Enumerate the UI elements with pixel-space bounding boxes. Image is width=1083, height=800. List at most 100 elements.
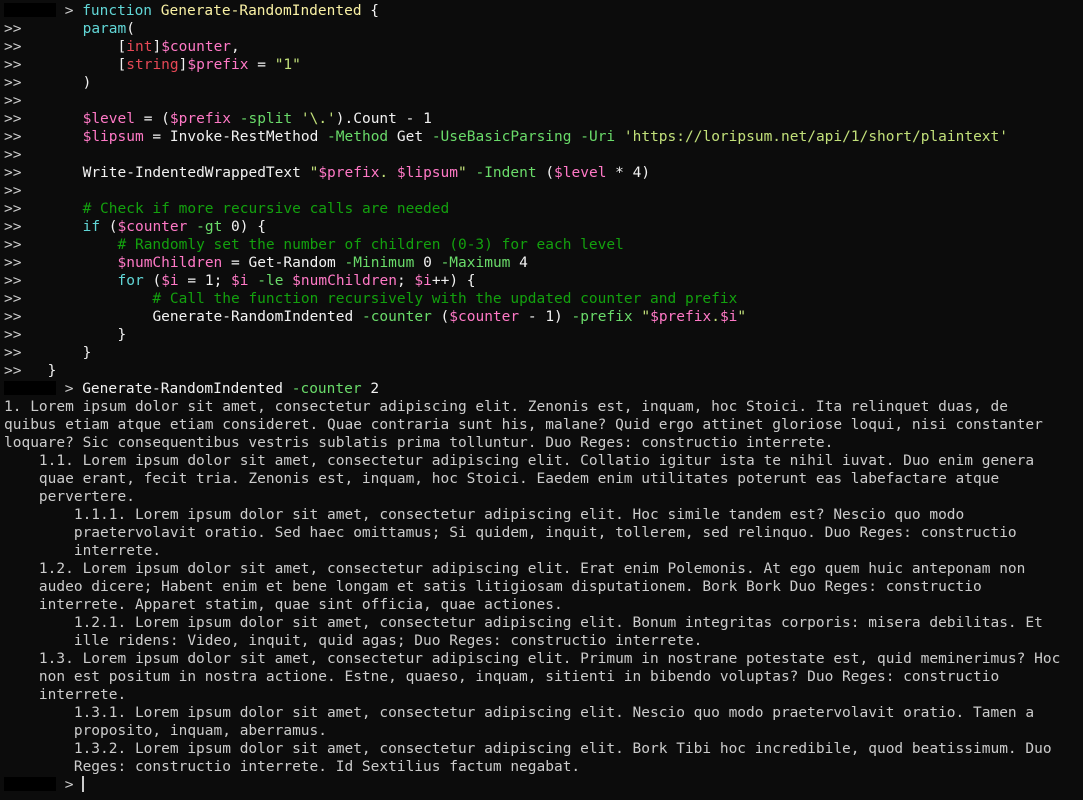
output-line: 1.1.1. Lorem ipsum dolor sit amet, conse… [4,506,964,524]
output-line: 1.3.1. Lorem ipsum dolor sit amet, conse… [4,704,1034,722]
output-text: loquare? Sic consequentibus vestris subl… [4,435,834,451]
code-line: > function Generate-RandomIndented { [4,2,379,20]
output-text: 1.1. Lorem ipsum dolor sit amet, consect… [4,453,1035,469]
continuation-prompt: >> [4,57,22,73]
command-line: > Generate-RandomIndented -counter 2 [4,380,379,398]
continuation-prompt: >> [4,75,22,91]
output-line: loquare? Sic consequentibus vestris subl… [4,434,833,452]
code-line: >> $lipsum = Invoke-RestMethod -Method G… [4,128,1008,146]
continuation-prompt: >> [4,291,22,307]
code-token: ( [100,219,118,235]
output-line: audeo dicere; Habent enim et bene longam… [4,578,982,596]
code-token: ).Count - 1 [335,111,432,127]
code-token: function [82,3,161,19]
command-token: Generate-RandomIndented [82,381,283,397]
code-token: Generate-RandomIndented [160,3,362,19]
code-token: ++) { [431,273,476,289]
code-token: $i [231,273,249,289]
code-token: 0) { [231,219,266,235]
code-token: $i [414,273,432,289]
code-token: Invoke-RestMethod [169,129,319,145]
output-line: 1.2. Lorem ipsum dolor sit amet, consect… [4,560,1025,578]
output-text: quibus etiam atque etiam consideret. Qua… [4,417,1043,433]
terminal-window[interactable]: > function Generate-RandomIndented {>> p… [0,0,1083,800]
code-token: -counter [353,309,441,325]
code-token: "1" [274,57,301,73]
code-token: Get [396,129,424,145]
code-token: * 4) [606,165,651,181]
code-token: $numChildren [117,255,223,271]
code-token: -le [248,273,293,289]
code-token: -gt [187,219,232,235]
output-text: pervertere. [4,489,135,505]
output-line: interrete. [4,542,161,560]
code-token: = [143,129,170,145]
code-token: -Method [318,129,397,145]
continuation-prompt: >> [4,345,22,361]
output-text: quae erant, fecit tria. Zenonis est, inq… [4,471,1000,487]
text-cursor[interactable] [82,776,85,792]
output-text: 1.1.1. Lorem ipsum dolor sit amet, conse… [4,507,965,523]
code-token: $numChildren [292,273,397,289]
code-line: >> } [4,344,91,362]
continuation-prompt: >> [4,183,22,199]
prompt-symbol: > [56,3,83,19]
code-token: $counter [449,309,520,325]
code-line: >> [string]$prefix = "1" [4,56,301,74]
continuation-prompt: >> [4,111,22,127]
continuation-prompt: >> [4,219,22,235]
output-text: interrete. [4,543,162,559]
output-text: 1.2.1. Lorem ipsum dolor sit amet, conse… [4,615,1043,631]
code-line: >> # Randomly set the number of children… [4,236,624,254]
continuation-prompt: >> [4,165,22,181]
continuation-prompt: >> [4,273,22,289]
code-token: $prefix [187,57,249,73]
output-text: non est positum in nostra actione. Estne… [4,669,1000,685]
code-token: Get-Random [248,255,336,271]
code-token: $level [554,165,607,181]
output-line: 1.1. Lorem ipsum dolor sit amet, consect… [4,452,1034,470]
continuation-prompt: >> [4,201,22,217]
code-token: ( [545,165,555,181]
output-text: 1.3. Lorem ipsum dolor sit amet, consect… [4,651,1061,667]
code-line: >> ) [4,74,91,92]
code-token: # Call the function recursively with the… [47,291,738,307]
code-token: -Minimum [335,255,424,271]
code-line: >> for ($i = 1; $i -le $numChildren; $i+… [4,272,476,290]
output-line: praetervolavit oratio. Sed haec omittamu… [4,524,1017,542]
code-token: " [641,309,651,325]
input-line[interactable]: > [4,776,85,794]
prompt-symbol: > [56,777,83,793]
output-text: 1. Lorem ipsum dolor sit amet, consectet… [4,399,1008,415]
code-line: >> [4,182,48,200]
output-text: audeo dicere; Habent enim et bene longam… [4,579,982,595]
code-token: if [82,219,101,235]
code-token: # Check if more recursive calls are need… [47,201,450,217]
code-line: >> } [4,362,56,380]
continuation-prompt: >> [4,363,22,379]
code-token: $i [719,309,738,325]
code-token: , [231,39,240,55]
redacted-path [4,381,56,395]
continuation-prompt: >> [4,39,22,55]
code-token: '\.' [300,111,336,127]
output-text: 1.2. Lorem ipsum dolor sit amet, consect… [4,561,1026,577]
code-token: . [379,165,397,181]
code-token: = ( [134,111,170,127]
output-line: quae erant, fecit tria. Zenonis est, inq… [4,470,999,488]
continuation-prompt: >> [4,147,22,163]
code-token: for [117,273,144,289]
code-line: >> [4,92,48,110]
continuation-prompt: >> [4,93,22,109]
code-token: 'https://loripsum.net/api/1/short/plaint… [623,129,1008,145]
code-token: 4 [519,255,528,271]
output-text: interrete. [4,687,127,703]
code-token: string [126,57,179,73]
output-line: pervertere. [4,488,135,506]
code-token: " [300,165,319,181]
